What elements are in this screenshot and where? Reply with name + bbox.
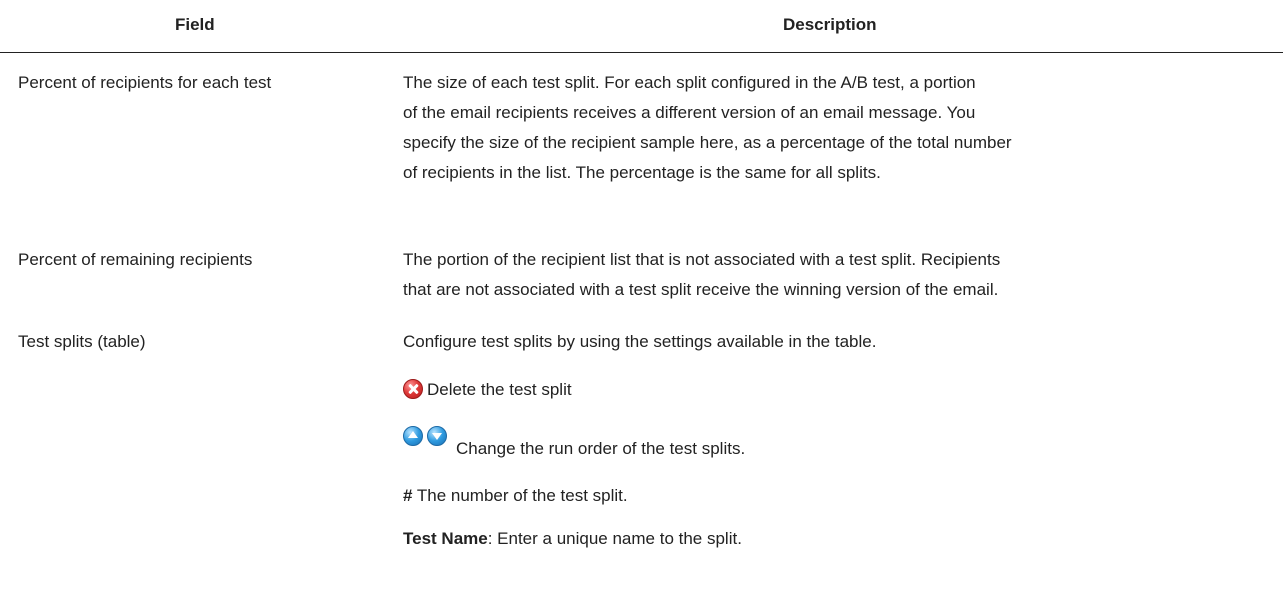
- description-line: specify the size of the recipient sample…: [403, 133, 1012, 152]
- test-name-label: Test Name: [403, 529, 488, 548]
- number-instruction-text: The number of the test split.: [412, 486, 628, 505]
- field-name: Percent of remaining recipients: [18, 250, 253, 269]
- description-line: of recipients in the list. The percentag…: [403, 163, 881, 182]
- delete-instruction-text: Delete the test split: [427, 380, 572, 399]
- delete-circle-icon: [403, 379, 423, 399]
- number-instruction: # The number of the test split.: [403, 481, 1263, 511]
- test-name-instruction: Test Name: Enter a unique name to the sp…: [403, 524, 1263, 554]
- description-line: of the email recipients receives a diffe…: [403, 103, 976, 122]
- move-up-icon: [403, 426, 423, 446]
- delete-instruction: Delete the test split: [403, 375, 1263, 405]
- move-down-icon: [427, 426, 447, 446]
- table-header: Field Description: [0, 0, 1283, 53]
- test-name-instruction-text: : Enter a unique name to the split.: [487, 529, 742, 548]
- description-line: Configure test splits by using the setti…: [403, 332, 877, 351]
- order-instruction-text: Change the run order of the test splits.: [456, 439, 746, 458]
- field-description: The portion of the recipient list that i…: [403, 245, 1263, 305]
- field-name: Percent of recipients for each test: [18, 73, 272, 92]
- description-line: The portion of the recipient list that i…: [403, 250, 1001, 269]
- description-line: The size of each test split. For each sp…: [403, 73, 976, 92]
- field-description: The size of each test split. For each sp…: [403, 68, 1263, 188]
- order-instruction: Change the run order of the test splits.: [403, 424, 1263, 464]
- description-line: that are not associated with a test spli…: [403, 280, 999, 299]
- description-column-header: Description: [783, 15, 877, 34]
- field-name: Test splits (table): [18, 332, 146, 351]
- field-column-header: Field: [175, 15, 215, 34]
- field-description: Configure test splits by using the setti…: [403, 327, 1263, 554]
